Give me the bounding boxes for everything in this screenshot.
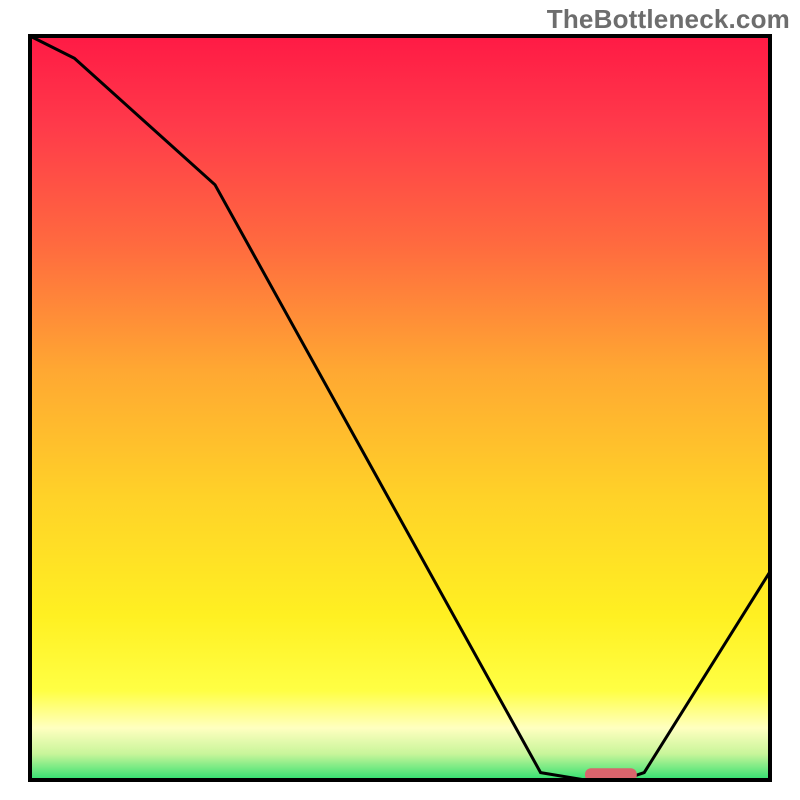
chart-canvas	[0, 0, 800, 800]
bottleneck-chart: TheBottleneck.com	[0, 0, 800, 800]
plot-background	[30, 36, 770, 780]
watermark-text: TheBottleneck.com	[547, 4, 790, 35]
